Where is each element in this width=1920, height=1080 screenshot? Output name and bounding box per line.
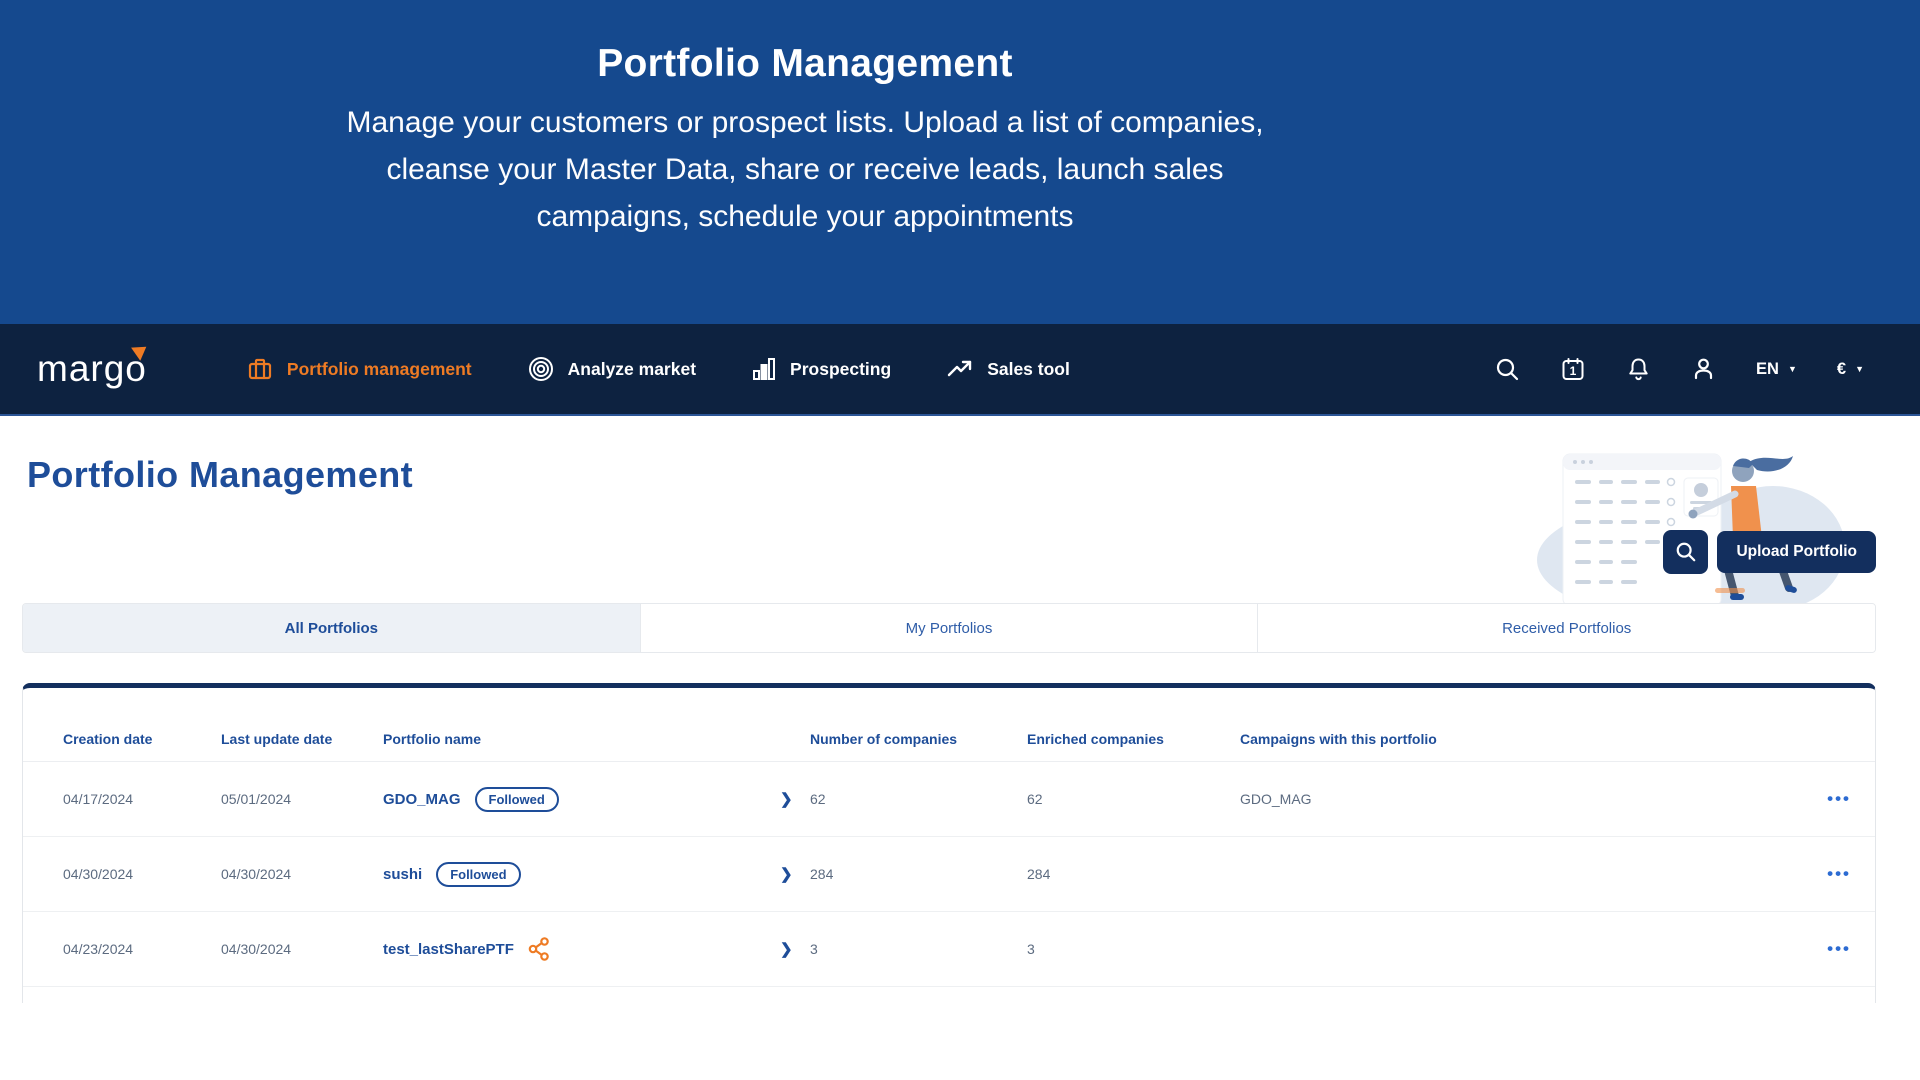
table-row: 04/23/2024 04/30/2024 test_lastSharePTF … <box>23 912 1875 987</box>
portfolio-name-link[interactable]: sushi <box>383 866 422 883</box>
search-icon[interactable] <box>1495 357 1520 382</box>
cell-creation-date: 04/30/2024 <box>63 866 134 882</box>
expand-row-chevron-icon[interactable]: ❯ <box>780 865 810 883</box>
upload-portfolio-button[interactable]: Upload Portfolio <box>1717 531 1876 573</box>
tab-my-portfolios[interactable]: My Portfolios <box>639 604 1258 652</box>
col-last-update-date: Last update date <box>221 731 333 747</box>
cell-enriched-companies: 3 <box>1027 941 1035 957</box>
svg-text:1: 1 <box>1570 364 1577 378</box>
briefcase-icon <box>247 356 273 382</box>
table-header: Creation date Last update date Portfolio… <box>23 688 1875 762</box>
portfolio-table: Creation date Last update date Portfolio… <box>22 683 1876 1003</box>
row-actions-menu[interactable]: ••• <box>1827 864 1857 884</box>
bell-icon[interactable] <box>1626 356 1651 382</box>
nav-item-prospecting[interactable]: Prospecting <box>752 356 891 382</box>
cell-creation-date: 04/23/2024 <box>63 941 134 957</box>
cell-campaigns: GDO_MAG <box>1240 791 1312 807</box>
cell-creation-date: 04/17/2024 <box>63 791 134 807</box>
hero-subtitle-line3: campaigns, schedule your appointments <box>536 200 1074 233</box>
cell-last-update-date: 05/01/2024 <box>221 791 292 807</box>
main-nav: Portfolio management Analyze market Pros… <box>247 356 1070 382</box>
nav-item-portfolio-management[interactable]: Portfolio management <box>247 356 472 382</box>
target-icon <box>528 356 554 382</box>
nav-label: Analyze market <box>567 358 697 379</box>
nav-label: Portfolio management <box>286 358 472 379</box>
top-navbar: margo Portfolio management Analyze marke… <box>0 324 1920 416</box>
page-title: Portfolio Management <box>27 454 414 495</box>
cell-number-of-companies: 62 <box>810 791 826 807</box>
cell-last-update-date: 04/30/2024 <box>221 941 292 957</box>
col-portfolio-name: Portfolio name <box>383 731 482 747</box>
expand-row-chevron-icon[interactable]: ❯ <box>780 940 810 958</box>
portfolio-name-link[interactable]: GDO_MAG <box>383 791 461 808</box>
cell-number-of-companies: 3 <box>810 941 818 957</box>
currency-selector[interactable]: € ▼ <box>1837 360 1864 379</box>
cell-enriched-companies: 284 <box>1027 866 1051 882</box>
portfolio-tabs: All Portfolios My Portfolios Received Po… <box>22 603 1876 653</box>
trending-up-icon <box>947 358 973 380</box>
col-campaigns: Campaigns with this portfolio <box>1240 731 1437 747</box>
nav-item-analyze-market[interactable]: Analyze market <box>528 356 696 382</box>
main-content: Portfolio Management Upload Portfolio Al… <box>0 416 1920 1080</box>
hero-banner: Portfolio Management Manage your custome… <box>0 0 1920 324</box>
expand-row-chevron-icon[interactable]: ❯ <box>780 790 810 808</box>
hero-subtitle-line1: Manage your customers or prospect lists.… <box>346 106 1264 139</box>
tab-received-portfolios[interactable]: Received Portfolios <box>1257 604 1875 652</box>
table-row: 04/30/2024 04/30/2024 sushi Followed ❯ 2… <box>23 837 1875 912</box>
hero-title: Portfolio Management <box>597 42 1013 85</box>
cell-last-update-date: 04/30/2024 <box>221 866 292 882</box>
col-creation-date: Creation date <box>63 731 153 747</box>
hero-subtitle-line2: cleanse your Master Data, share or recei… <box>386 153 1224 186</box>
cell-number-of-companies: 284 <box>810 866 834 882</box>
portfolio-illustration <box>1535 438 1847 620</box>
row-actions-menu[interactable]: ••• <box>1827 939 1857 959</box>
followed-badge: Followed <box>436 861 521 887</box>
currency-value: € <box>1836 359 1847 378</box>
col-enriched-companies: Enriched companies <box>1027 731 1164 747</box>
margo-logo[interactable]: margo <box>37 340 151 390</box>
portfolio-name-link[interactable]: test_lastSharePTF <box>383 941 514 958</box>
language-value: EN <box>1756 359 1779 378</box>
nav-label: Prospecting <box>790 358 892 379</box>
shared-icon <box>528 937 550 961</box>
language-selector[interactable]: EN ▼ <box>1756 360 1797 379</box>
portfolio-search-button[interactable] <box>1663 530 1708 574</box>
chevron-down-icon: ▼ <box>1855 364 1864 374</box>
followed-badge: Followed <box>474 786 559 812</box>
col-number-of-companies: Number of companies <box>810 731 958 747</box>
calendar-icon[interactable]: 1 <box>1560 356 1586 382</box>
row-actions-menu[interactable]: ••• <box>1827 789 1857 809</box>
nav-label: Sales tool <box>987 358 1070 379</box>
cell-enriched-companies: 62 <box>1027 791 1043 807</box>
nav-item-sales-tool[interactable]: Sales tool <box>947 358 1070 380</box>
user-icon[interactable] <box>1691 356 1716 382</box>
table-row: 04/17/2024 05/01/2024 GDO_MAG Followed ❯… <box>23 762 1875 837</box>
navbar-right: 1 EN ▼ € ▼ <box>1495 356 1864 382</box>
chevron-down-icon: ▼ <box>1787 364 1797 374</box>
bar-chart-icon <box>752 356 776 382</box>
tab-all-portfolios[interactable]: All Portfolios <box>23 604 640 652</box>
